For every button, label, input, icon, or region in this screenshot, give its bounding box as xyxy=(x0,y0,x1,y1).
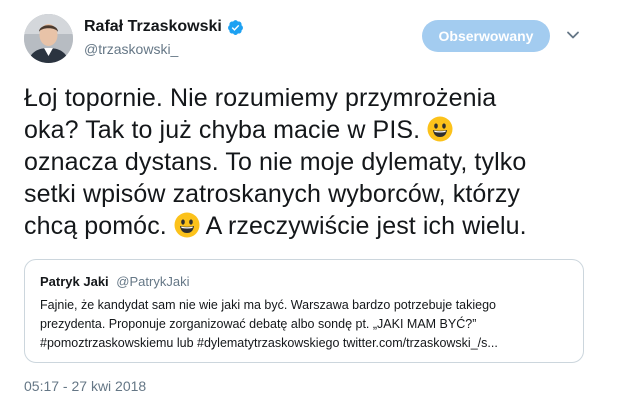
chevron-down-icon[interactable] xyxy=(566,28,580,42)
verified-badge-icon xyxy=(227,19,244,36)
grinning-face-icon xyxy=(427,116,453,142)
avatar[interactable] xyxy=(24,14,73,63)
tweet-line: oznacza dystans. To nie moje dylematy, t… xyxy=(24,148,527,176)
tweet-line: oka? Tak to już chyba macie w PIS. xyxy=(24,114,599,146)
quoted-line: prezydenta. Proponuje zorganizować debat… xyxy=(40,317,477,331)
author-display-name[interactable]: Rafał Trzaskowski xyxy=(84,18,222,36)
tweet-line: setki wpisów zatroskanych wyborców, któr… xyxy=(24,180,521,208)
author-name-row[interactable]: Rafał Trzaskowski xyxy=(84,18,244,36)
quoted-author-name: Patryk Jaki xyxy=(40,274,109,289)
profile-photo xyxy=(24,14,73,63)
tweet-line-text: oka? Tak to już chyba macie w PIS. xyxy=(24,116,421,144)
quoted-tweet[interactable]: Patryk Jaki @PatrykJaki Fajnie, że kandy… xyxy=(24,259,584,363)
grinning-face-icon xyxy=(174,212,200,238)
following-button[interactable]: Obserwowany xyxy=(422,20,550,52)
tweet-line: Łoj topornie. Nie rozumiemy przymrożenia xyxy=(24,84,497,112)
tweet-text: Łoj topornie. Nie rozumiemy przymrożenia… xyxy=(24,82,599,242)
quoted-author-row: Patryk Jaki @PatrykJaki xyxy=(40,274,189,289)
quoted-author-handle: @PatrykJaki xyxy=(116,274,190,289)
tweet-timestamp[interactable]: 05:17 - 27 kwi 2018 xyxy=(24,378,146,394)
quoted-tweet-text: Fajnie, że kandydat sam nie wie jaki ma … xyxy=(40,296,570,353)
quoted-line: #pomoztrzaskowskiemu lub #dylematytrzask… xyxy=(40,336,498,350)
author-handle[interactable]: @trzaskowski_ xyxy=(84,41,178,57)
tweet-line-text: A rzeczywiście jest ich wielu. xyxy=(205,212,527,240)
tweet-line-text: chcą pomóc. xyxy=(24,212,167,240)
quoted-line: Fajnie, że kandydat sam nie wie jaki ma … xyxy=(40,298,497,312)
tweet-line: chcą pomóc. A rzeczywiście jest ich wiel… xyxy=(24,210,599,242)
